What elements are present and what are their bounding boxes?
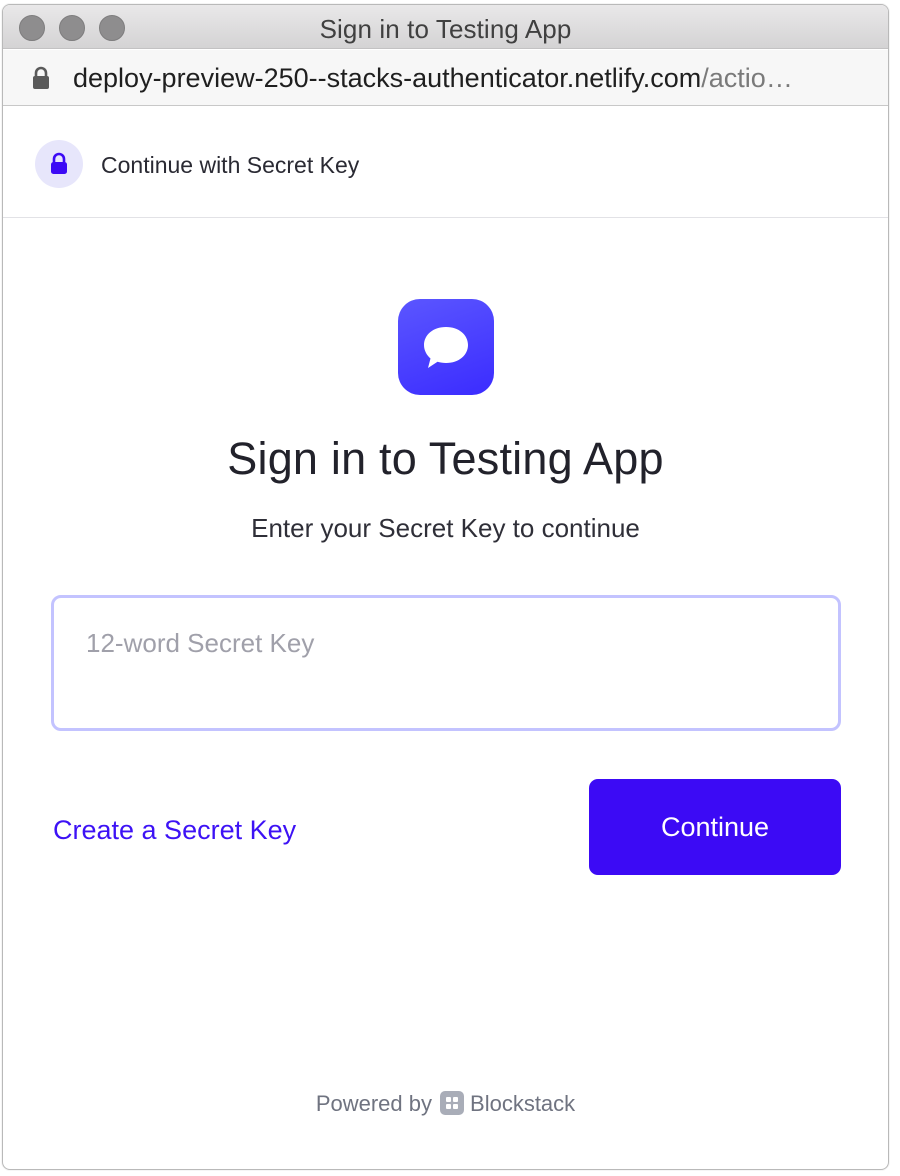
continue-button[interactable]: Continue [589, 779, 841, 875]
header-badge [35, 140, 83, 188]
blockstack-logo-icon [440, 1091, 465, 1115]
brand-name[interactable]: Blockstack [470, 1091, 575, 1116]
page-title: Sign in to Testing App [227, 433, 664, 484]
address-bar: deploy-preview-250--stacks-authenticator… [3, 50, 888, 106]
app-icon [398, 299, 494, 395]
lock-icon [51, 152, 67, 174]
powered-by-label: Powered by [315, 1091, 433, 1116]
page-subtitle: Enter your Secret Key to continue [251, 513, 640, 543]
lock-icon [31, 66, 51, 90]
header-label: Continue with Secret Key [101, 152, 360, 178]
window-title: Sign in to Testing App [319, 14, 572, 44]
secret-key-input[interactable] [51, 595, 841, 731]
page-header: Continue with Secret Key [3, 107, 888, 218]
url-host: deploy-preview-250--stacks-authenticator… [73, 63, 702, 93]
url-text[interactable]: deploy-preview-250--stacks-authenticator… [73, 63, 860, 94]
title-bar: Sign in to Testing App [3, 5, 888, 49]
create-secret-key-link[interactable]: Create a Secret Key [53, 815, 296, 846]
footer: Powered by Blockstack [3, 1091, 888, 1117]
chat-bubble-icon [424, 327, 468, 368]
url-path: /actio… [701, 63, 793, 93]
browser-window: Sign in to Testing App deploy-preview-25… [2, 4, 889, 1170]
